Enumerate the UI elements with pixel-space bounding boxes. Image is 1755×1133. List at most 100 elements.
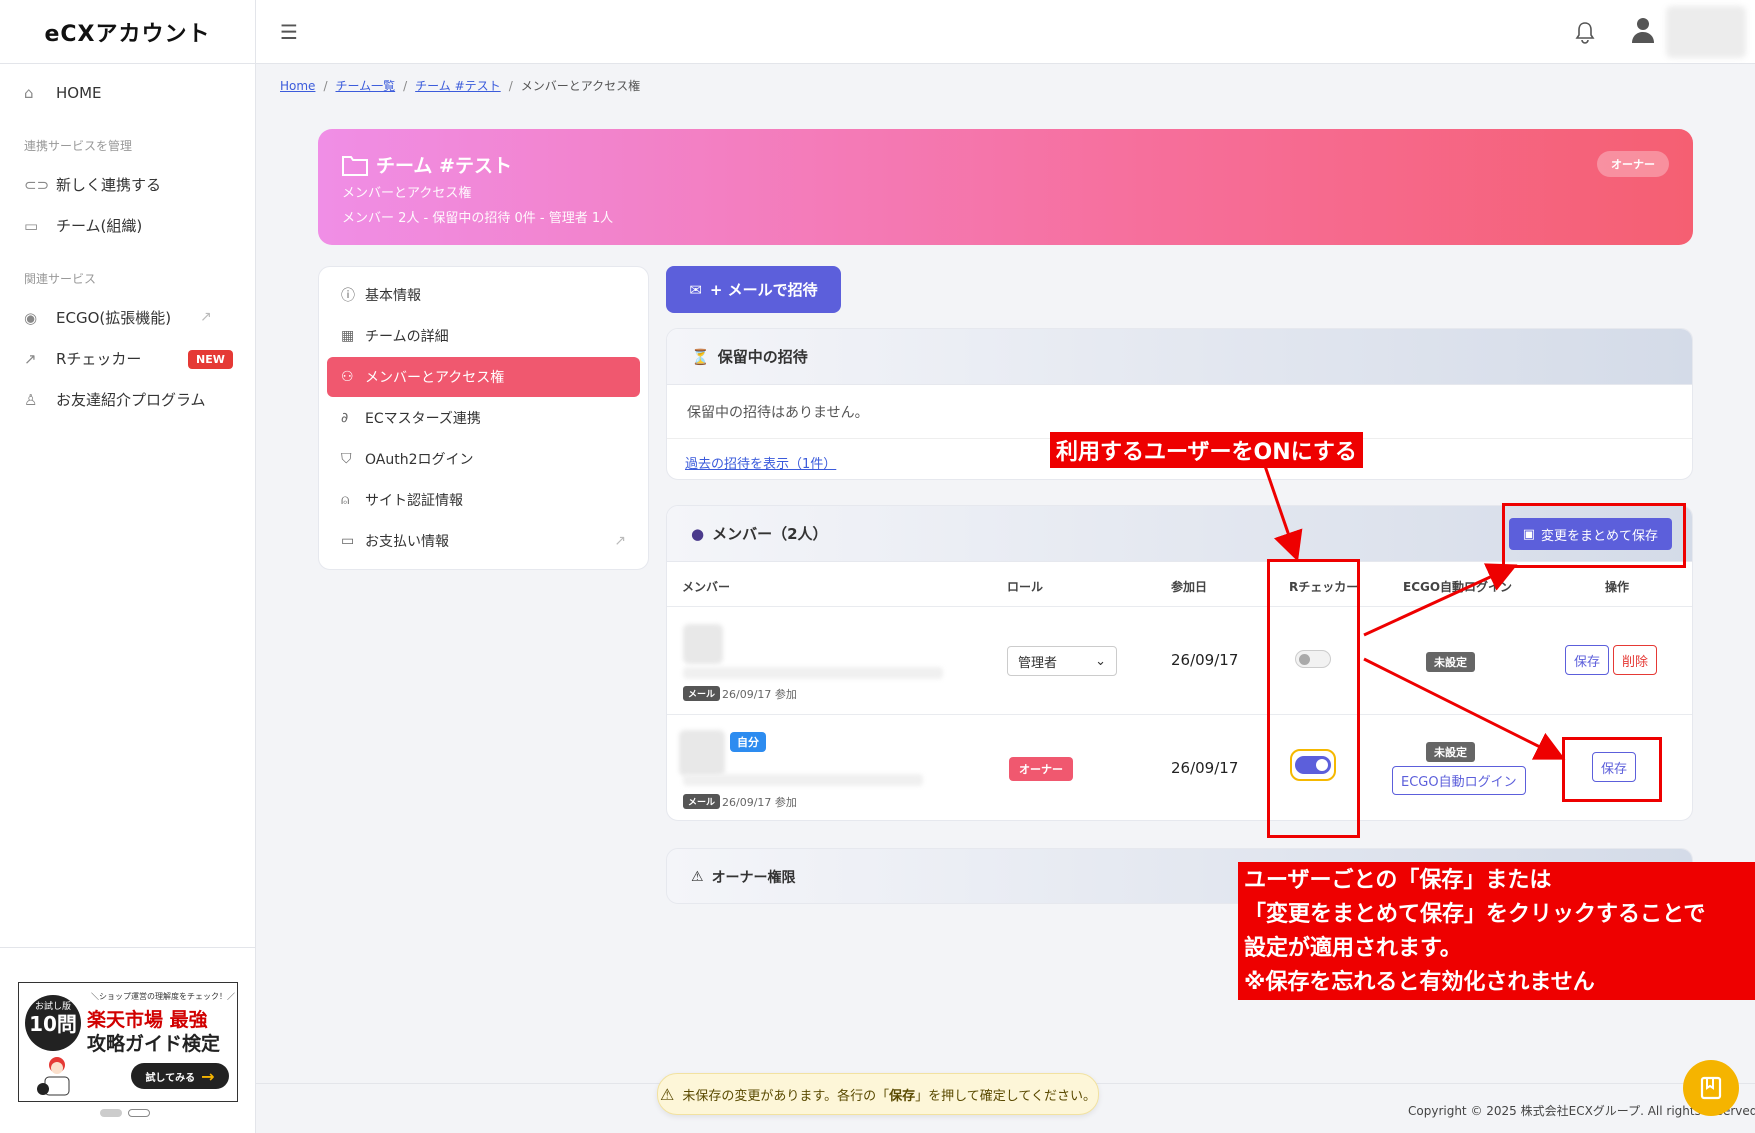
unsaved-changes-toast: ⚠ 未保存の変更があります。各行の「保存」を押して確定してください。 (657, 1073, 1099, 1115)
ecgo-auto-login-button[interactable]: ECGO自動ログイン (1392, 766, 1526, 795)
link-icon: ⊂⊃ (24, 175, 50, 194)
bell-icon[interactable] (1574, 20, 1596, 44)
chart-icon: ↗ (24, 349, 37, 368)
annotation-label-top: 利用するユーザーをONにする (1050, 432, 1363, 468)
breadcrumb-current: メンバーとアクセス権 (520, 79, 641, 93)
member-date: 26/09/17 (1171, 651, 1239, 669)
user-name-blurred[interactable] (1666, 6, 1746, 58)
avatar (679, 730, 725, 776)
menu-item-label: チームの詳細 (365, 329, 449, 345)
member-email-blurred (683, 774, 923, 786)
sidebar-item-rchecker[interactable]: ↗ Rチェッカー NEW (0, 338, 255, 379)
hero-stats: メンバー 2人 - 保留中の招待 0件 - 管理者 1人 (342, 211, 614, 226)
lock-icon: ⍝ (341, 492, 350, 508)
menu-item-label: サイト認証情報 (365, 493, 463, 509)
menu-item-label: メンバーとアクセス権 (365, 370, 505, 386)
external-link-icon: ↗ (200, 309, 212, 325)
topbar: ☰ (256, 0, 1755, 64)
annotation-line: ユーザーごとの「保存」または (1244, 868, 1552, 893)
menu-item-payment[interactable]: ▭ お支払い情報 ↗ (327, 521, 640, 561)
breadcrumb-team[interactable]: チーム #テスト (415, 79, 501, 93)
team-hero: チーム #テスト メンバーとアクセス権 メンバー 2人 - 保留中の招待 0件 … (318, 129, 1693, 245)
row-save-button[interactable]: 保存 (1565, 645, 1610, 675)
menu-item-basic-info[interactable]: ⓘ 基本情報 (327, 275, 640, 315)
book-icon (1700, 1076, 1722, 1100)
menu-item-label: OAuth2ログイン (365, 452, 474, 468)
sidebar-item-label: チーム(組織) (56, 217, 143, 235)
menu-item-label: 基本情報 (365, 288, 421, 304)
column-header-member: メンバー (682, 580, 731, 594)
mail-badge: メール (683, 686, 721, 701)
sidebar-item-home[interactable]: ⌂ HOME (0, 72, 255, 113)
sidebar-section-related: 関連サービス (24, 272, 97, 286)
user-plus-icon: ♙ (24, 390, 38, 409)
credit-card-icon: ▭ (341, 533, 355, 549)
sidebar-item-team[interactable]: ▭ チーム(組織) (0, 205, 255, 246)
banner-title-1: 楽天市場 最強 (87, 1009, 208, 1031)
pending-invites-title: 保留中の招待 (717, 348, 808, 366)
ecgo-status-badge: 未設定 (1426, 652, 1475, 672)
hero-title-text: チーム #テスト (376, 155, 512, 177)
banner-top-text: ＼ショップ運営の理解度をチェック！／ (91, 992, 235, 1001)
banner-dot-active[interactable] (128, 1109, 150, 1117)
sidebar-item-new-link[interactable]: ⊂⊃ 新しく連携する (0, 164, 255, 205)
menu-item-members[interactable]: ⚇ メンバーとアクセス権 (327, 357, 640, 397)
users-icon: ⚇ (341, 369, 354, 385)
pending-empty-message: 保留中の招待はありません。 (667, 385, 1692, 439)
invite-by-email-button[interactable]: ✉ + メールで招待 (666, 266, 841, 313)
mail-icon: ✉ (689, 280, 702, 299)
new-badge: NEW (188, 350, 233, 369)
members-title: メンバー（2人） (712, 525, 828, 543)
sidebar-item-referral[interactable]: ♙ お友達紹介プログラム (0, 379, 255, 420)
banner-badge-small: お試し版 (34, 1002, 71, 1012)
banner-try-button[interactable]: 試してみる → (131, 1063, 229, 1089)
row-divider (667, 606, 1692, 607)
toast-message: 未保存の変更があります。各行の「保存」を押して確定してください。 (682, 1085, 1096, 1104)
paperclip-icon: ∂ (341, 410, 349, 426)
ecgo-status-badge: 未設定 (1426, 742, 1475, 762)
help-fab[interactable] (1683, 1060, 1739, 1116)
app-logo[interactable]: eCXアカウント (0, 0, 255, 64)
chrome-icon: ◉ (24, 308, 38, 327)
folder-icon: ▭ (24, 216, 39, 235)
column-header-role: ロール (1007, 580, 1044, 594)
annotation-box-save-all (1502, 503, 1686, 568)
menu-item-site-auth[interactable]: ⍝ サイト認証情報 (327, 480, 640, 520)
sidebar-item-ecgo[interactable]: ◉ ECGO(拡張機能) ↗ (0, 297, 255, 338)
breadcrumb-teams[interactable]: チーム一覧 (335, 79, 395, 93)
menu-item-label: ECマスターズ連携 (365, 411, 481, 427)
breadcrumb-home[interactable]: Home (280, 79, 315, 93)
annotation-box-row-save (1562, 737, 1662, 802)
promo-banner[interactable]: お試し版 10問 ＼ショップ運営の理解度をチェック！／ 楽天市場 最強 攻略ガイ… (18, 982, 238, 1102)
sidebar-item-label: お友達紹介プログラム (56, 391, 206, 409)
self-badge: 自分 (730, 732, 766, 752)
mail-badge: メール (683, 794, 721, 809)
annotation-label-bottom: ユーザーごとの「保存」または 「変更をまとめて保存」をクリックすることで 設定が… (1238, 862, 1755, 1000)
member-joined-text: 26/09/17 参加 (722, 796, 797, 809)
owner-permissions-title: オーナー権限 (711, 870, 796, 886)
role-select[interactable]: 管理者 ⌄ (1007, 646, 1117, 676)
menu-item-ecmasters[interactable]: ∂ ECマスターズ連携 (327, 398, 640, 438)
shield-icon: ⛉ (341, 451, 352, 467)
person-illustration-icon (37, 1057, 70, 1096)
user-icon[interactable] (1630, 16, 1656, 44)
annotation-line: 「変更をまとめて保存」をクリックすることで (1244, 902, 1706, 927)
menu-icon[interactable]: ☰ (280, 20, 298, 44)
user-icon: ● (691, 524, 705, 543)
external-link-icon: ↗ (614, 533, 626, 549)
banner-badge-big: 10問 (29, 1011, 77, 1036)
banner-area: お試し版 10問 ＼ショップ運営の理解度をチェック！／ 楽天市場 最強 攻略ガイ… (0, 947, 256, 1133)
row-divider (667, 714, 1692, 715)
annotation-box-rchecker (1267, 559, 1360, 838)
banner-title-2: 攻略ガイド検定 (87, 1033, 221, 1055)
hourglass-icon: ⏳ (691, 347, 710, 366)
row-delete-button[interactable]: 削除 (1613, 645, 1658, 675)
banner-badge: お試し版 10問 (25, 995, 81, 1051)
sidebar-section-manage: 連携サービスを管理 (24, 139, 133, 153)
toast-bold: 保存 (889, 1088, 916, 1104)
banner-dot[interactable] (100, 1109, 122, 1117)
member-date: 26/09/17 (1171, 759, 1239, 777)
menu-item-oauth[interactable]: ⛉ OAuth2ログイン (327, 439, 640, 479)
hero-subtitle: メンバーとアクセス権 (342, 186, 472, 201)
menu-item-team-details[interactable]: ▦ チームの詳細 (327, 316, 640, 356)
